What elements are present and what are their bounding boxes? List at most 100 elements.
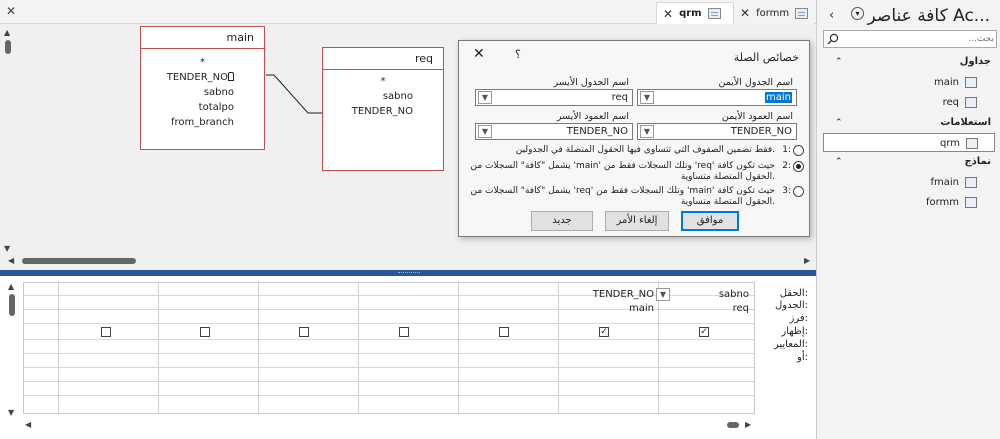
scroll-left-icon[interactable]: ◀ <box>25 420 31 429</box>
scroll-thumb[interactable] <box>727 422 739 428</box>
vertical-scrollbar[interactable]: ▲ ▼ <box>2 28 14 260</box>
chevron-down-icon[interactable]: ▼ <box>656 288 670 301</box>
search-input[interactable] <box>840 32 994 46</box>
join-line[interactable] <box>260 60 326 120</box>
field-item[interactable]: from_branch <box>141 115 264 130</box>
primary-key-icon <box>228 72 234 81</box>
field-item[interactable]: sabno <box>323 89 443 104</box>
nav-group-tables[interactable]: ⌃ جداول <box>821 54 999 71</box>
grid-column-divider <box>658 283 659 413</box>
close-tab-icon[interactable]: ✕ <box>740 6 750 20</box>
grid-show-checkbox[interactable] <box>299 327 309 337</box>
join-option-1-radio[interactable] <box>793 145 804 156</box>
scroll-up-icon[interactable]: ▲ <box>4 28 10 37</box>
scroll-right-icon[interactable]: ▶ <box>745 420 751 429</box>
collapse-icon[interactable]: ⌃ <box>835 157 843 167</box>
query-design-grid: ▲ ▼ sabno ▼ req TENDER_NO main الحقل: ال… <box>0 276 816 439</box>
row-label-field: الحقل: <box>779 288 808 299</box>
table-icon <box>965 97 977 108</box>
grid-show-checkbox[interactable] <box>599 327 609 337</box>
scroll-left-icon[interactable]: ◀ <box>8 256 14 265</box>
help-icon[interactable]: ؟ <box>515 48 521 61</box>
grid-column-divider <box>358 283 359 413</box>
scroll-up-icon[interactable]: ▲ <box>8 282 14 291</box>
option-number: 1: <box>782 145 791 155</box>
right-column-label: اسم العمود الأيسر <box>556 111 629 122</box>
close-tab-icon[interactable]: ✕ <box>663 7 673 21</box>
grid-field-cell[interactable]: sabno <box>660 289 752 300</box>
grid-field-cell[interactable]: TENDER_NO <box>560 289 656 300</box>
grid-vertical-scrollbar[interactable]: ▲ ▼ <box>6 282 18 422</box>
chevron-down-icon[interactable]: ▾ <box>851 7 864 20</box>
field-item[interactable]: * <box>323 74 443 89</box>
field-item[interactable]: totalpo <box>141 100 264 115</box>
grid-show-checkbox[interactable] <box>499 327 509 337</box>
close-all-icon[interactable]: ✕ <box>6 4 16 18</box>
scroll-down-icon[interactable]: ▼ <box>8 408 14 417</box>
row-label-show: إظهار: <box>781 326 808 337</box>
nav-pane-title[interactable]: كافة عناصر Ac... <box>868 6 990 26</box>
ok-button[interactable]: موافق <box>681 211 739 231</box>
left-table-select[interactable]: main ▼ <box>637 89 797 106</box>
dialog-title: خصائص الصلة <box>733 51 799 64</box>
join-option-1-text[interactable]: فقط تضمين الصفوف التي تتساوى فيها الحقول… <box>467 145 775 156</box>
nav-item-fmain[interactable]: fmain <box>821 173 993 192</box>
field-item[interactable]: TENDER_NO <box>323 104 443 119</box>
scroll-down-icon[interactable]: ▼ <box>4 244 10 253</box>
tab-formm[interactable]: ✕ formm <box>734 2 814 24</box>
chevron-down-icon[interactable]: ▼ <box>478 91 492 104</box>
field-list-main[interactable]: main * TENDER_NO sabno totalpo from_bran… <box>140 26 265 150</box>
nav-item-main[interactable]: main <box>821 73 993 92</box>
grid-horizontal-scrollbar[interactable]: ◀ ▶ <box>23 418 755 432</box>
join-option-2-radio[interactable] <box>793 161 804 172</box>
horizontal-scrollbar[interactable]: ◀ ▶ <box>0 253 816 269</box>
field-item[interactable]: sabno <box>141 85 264 100</box>
tab-label: formm <box>756 7 790 19</box>
grid-show-checkbox[interactable] <box>699 327 709 337</box>
nav-item-formm[interactable]: formm <box>821 193 993 212</box>
new-button[interactable]: جديد <box>531 211 593 231</box>
field-item[interactable]: * <box>141 55 264 70</box>
nav-search-box[interactable] <box>823 30 997 48</box>
join-properties-dialog: خصائص الصلة ؟ ✕ اسم الجدول الأيمن اسم ال… <box>458 40 810 237</box>
scroll-thumb[interactable] <box>22 258 136 264</box>
grid-show-checkbox[interactable] <box>200 327 210 337</box>
row-label-or: أو: <box>797 352 808 363</box>
right-table-select[interactable]: req ▼ <box>475 89 633 106</box>
left-column-label: اسم العمود الأيمن <box>721 111 793 122</box>
grid-show-checkbox[interactable] <box>101 327 111 337</box>
close-icon[interactable]: ✕ <box>473 46 485 62</box>
document-tab-strip: ✕ ✕ formm ✕ qrm <box>0 0 816 24</box>
grid-table-cell[interactable]: main <box>560 303 656 314</box>
chevron-down-icon[interactable]: ▼ <box>478 125 492 138</box>
scroll-thumb[interactable] <box>5 40 11 54</box>
splitter-grip[interactable] <box>398 272 420 274</box>
chevron-down-icon[interactable]: ▼ <box>640 125 654 138</box>
scroll-thumb[interactable] <box>9 294 15 316</box>
field-item-key[interactable]: TENDER_NO <box>141 70 264 85</box>
join-option-3-radio[interactable] <box>793 186 804 197</box>
tab-qrm[interactable]: ✕ qrm <box>656 2 734 24</box>
form-icon <box>965 197 977 208</box>
field-list-req[interactable]: req * sabno TENDER_NO <box>322 47 444 171</box>
grid-show-checkbox[interactable] <box>399 327 409 337</box>
nav-item-qrm[interactable]: qrm <box>823 133 995 152</box>
nav-group-forms[interactable]: ⌃ نماذج <box>821 154 999 171</box>
join-option-3-text[interactable]: يشمل "كافة" السجلات من 'req' وتلك السجلا… <box>467 186 775 208</box>
collapse-pane-icon[interactable]: ‹ <box>829 8 834 23</box>
row-label-sort: فرز: <box>789 313 808 324</box>
select-value: TENDER_NO <box>566 126 628 137</box>
nav-group-queries[interactable]: ⌃ استعلامات <box>821 115 999 132</box>
collapse-icon[interactable]: ⌃ <box>835 118 843 128</box>
grid-table-cell[interactable]: req <box>660 303 752 314</box>
select-value: req <box>611 92 628 103</box>
join-option-2-text[interactable]: يشمل "كافة" السجلات من 'main' وتلك السجل… <box>467 161 775 183</box>
right-column-select[interactable]: TENDER_NO ▼ <box>475 123 633 140</box>
nav-item-req[interactable]: req <box>821 93 993 112</box>
collapse-icon[interactable]: ⌃ <box>835 57 843 67</box>
left-column-select[interactable]: TENDER_NO ▼ <box>637 123 797 140</box>
cancel-button[interactable]: إلغاء الأمر <box>605 211 669 231</box>
chevron-down-icon[interactable]: ▼ <box>640 91 654 104</box>
scroll-right-icon[interactable]: ▶ <box>804 256 810 265</box>
grid-row-line <box>24 395 754 396</box>
